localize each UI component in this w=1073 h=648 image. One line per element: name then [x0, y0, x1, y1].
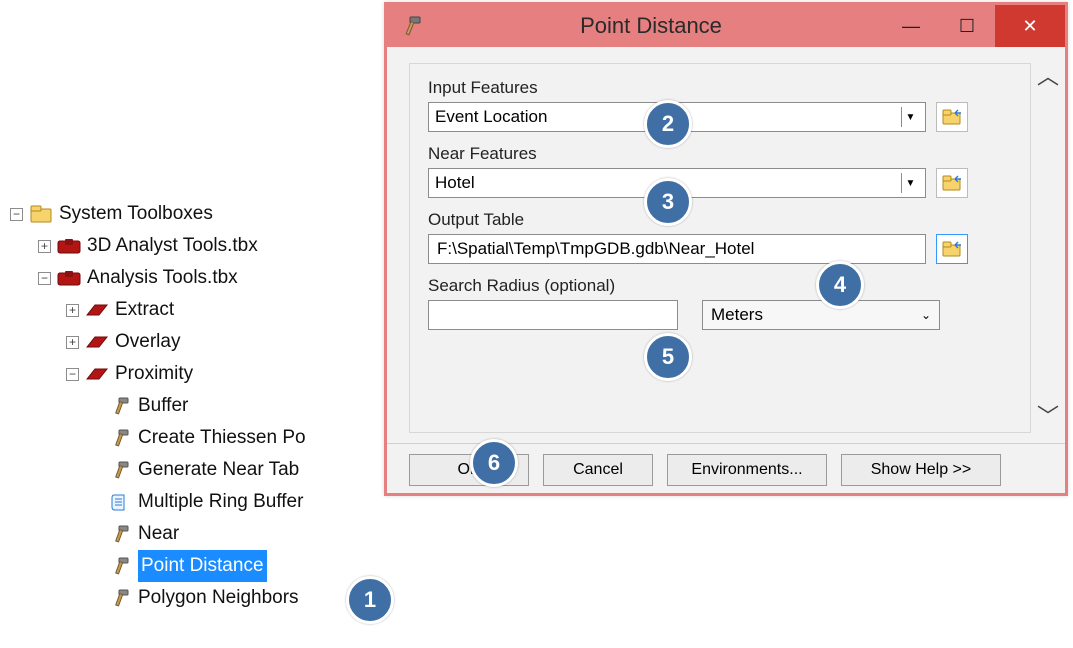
toolset-icon [85, 300, 109, 320]
input-features-value: Event Location [435, 107, 547, 127]
tree-row-proximity[interactable]: − Proximity [10, 358, 306, 390]
chevron-down-icon: ⌄ [921, 308, 931, 322]
expand-toggle[interactable]: + [66, 336, 79, 349]
scroll-down-icon[interactable]: ﹀ [1037, 399, 1059, 431]
callout-4: 4 [816, 261, 864, 309]
search-radius-label: Search Radius (optional) [428, 276, 1012, 296]
tree-label: Generate Near Tab [138, 454, 299, 486]
toolset-icon [85, 364, 109, 384]
toolset-icon [85, 332, 109, 352]
expand-toggle[interactable]: + [38, 240, 51, 253]
hammer-icon [108, 556, 132, 576]
tree-row-extract[interactable]: + Extract [10, 294, 306, 326]
tree-label: Polygon Neighbors [138, 582, 299, 614]
browse-output-table-button[interactable] [936, 234, 968, 264]
callout-6: 6 [470, 439, 518, 487]
expand-toggle[interactable]: + [66, 304, 79, 317]
minimize-button[interactable]: — [883, 5, 939, 47]
tree-label: Buffer [138, 390, 188, 422]
tree-label: System Toolboxes [59, 198, 213, 230]
tree-label: Multiple Ring Buffer [138, 486, 303, 518]
expand-toggle[interactable]: − [66, 368, 79, 381]
close-button[interactable]: ✕ [995, 5, 1065, 47]
expand-toggle[interactable]: − [10, 208, 23, 221]
expand-toggle[interactable]: − [38, 272, 51, 285]
tree-row-point-distance[interactable]: Point Distance [10, 550, 306, 582]
point-distance-dialog: Point Distance — ☐ ✕ Input Features Even… [384, 2, 1068, 496]
unit-value: Meters [711, 305, 763, 325]
dialog-body: Input Features Event Location ▼ Near Fea… [387, 47, 1065, 443]
dialog-titlebar[interactable]: Point Distance — ☐ ✕ [387, 5, 1065, 47]
hammer-icon [108, 460, 132, 480]
tree-row-multiple-ring[interactable]: Multiple Ring Buffer [10, 486, 306, 518]
hammer-icon [393, 16, 429, 36]
callout-3: 3 [644, 178, 692, 226]
browse-near-features-button[interactable] [936, 168, 968, 198]
tree-row-overlay[interactable]: + Overlay [10, 326, 306, 358]
tree-label: Extract [115, 294, 174, 326]
near-features-label: Near Features [428, 144, 1012, 164]
browse-input-features-button[interactable] [936, 102, 968, 132]
chevron-down-icon[interactable]: ▼ [901, 107, 919, 127]
tree-row-system-toolboxes[interactable]: − System Toolboxes [10, 198, 306, 230]
chevron-down-icon[interactable]: ▼ [901, 173, 919, 193]
hammer-icon [108, 396, 132, 416]
tree-label: Overlay [115, 326, 180, 358]
callout-2: 2 [644, 100, 692, 148]
dialog-title: Point Distance [429, 13, 883, 39]
output-table-label: Output Table [428, 210, 1012, 230]
dialog-scrollbar[interactable]: ︿ ﹀ [1037, 59, 1059, 431]
maximize-button[interactable]: ☐ [939, 5, 995, 47]
tree-label: Proximity [115, 358, 193, 390]
toolbox-tree: − System Toolboxes + 3D Analyst Tools.tb… [10, 198, 306, 614]
tree-label: Near [138, 518, 179, 550]
toolbox-icon [57, 236, 81, 256]
hammer-icon [108, 588, 132, 608]
show-help-button[interactable]: Show Help >> [841, 454, 1001, 486]
tree-label: Analysis Tools.tbx [87, 262, 238, 294]
tree-row-near[interactable]: Near [10, 518, 306, 550]
output-table-input[interactable] [428, 234, 926, 264]
callout-1: 1 [346, 576, 394, 624]
output-table-field[interactable] [435, 238, 919, 260]
near-features-value: Hotel [435, 173, 475, 193]
unit-select[interactable]: Meters ⌄ [702, 300, 940, 330]
tree-label: 3D Analyst Tools.tbx [87, 230, 258, 262]
cancel-button[interactable]: Cancel [543, 454, 653, 486]
hammer-icon [108, 428, 132, 448]
tree-label-selected: Point Distance [138, 550, 267, 582]
callout-5: 5 [644, 333, 692, 381]
tree-row-analysis-tools[interactable]: − Analysis Tools.tbx [10, 262, 306, 294]
search-radius-input[interactable] [428, 300, 678, 330]
toolbox-icon [57, 268, 81, 288]
tree-label: Create Thiessen Po [138, 422, 306, 454]
environments-button[interactable]: Environments... [667, 454, 827, 486]
tree-row-polygon-neighbors[interactable]: Polygon Neighbors [10, 582, 306, 614]
script-icon [108, 492, 132, 512]
tree-row-buffer[interactable]: Buffer [10, 390, 306, 422]
tree-row-3d-analyst[interactable]: + 3D Analyst Tools.tbx [10, 230, 306, 262]
tree-row-thiessen[interactable]: Create Thiessen Po [10, 422, 306, 454]
scroll-up-icon[interactable]: ︿ [1037, 59, 1059, 91]
hammer-icon [108, 524, 132, 544]
input-features-label: Input Features [428, 78, 1012, 98]
tree-row-generate-near[interactable]: Generate Near Tab [10, 454, 306, 486]
folder-icon [29, 204, 53, 224]
